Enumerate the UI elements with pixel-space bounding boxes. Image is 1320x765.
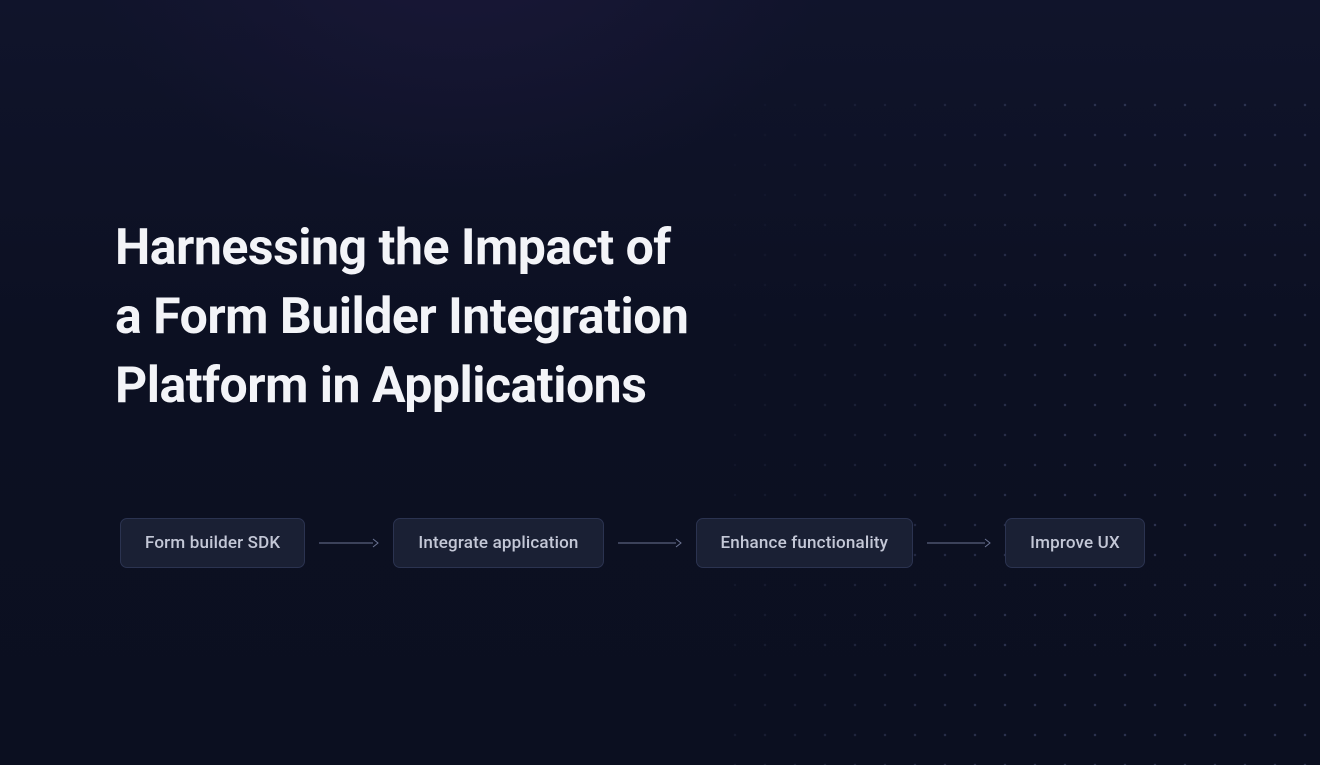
arrow-right-icon [927,538,991,548]
flow-step: Enhance functionality [696,518,914,568]
flow-step-label: Form builder SDK [145,533,280,553]
page-title: Harnessing the Impact of a Form Builder … [115,214,688,421]
flow-step-label: Enhance functionality [721,533,889,553]
flow-step: Form builder SDK [120,518,305,568]
process-flow: Form builder SDK Integrate application E… [120,518,1145,568]
flow-step-label: Improve UX [1030,533,1120,553]
flow-step: Integrate application [393,518,603,568]
arrow-right-icon [319,538,379,548]
flow-step: Improve UX [1005,518,1145,568]
arrow-right-icon [618,538,682,548]
dot-grid-decoration [720,90,1320,765]
flow-step-label: Integrate application [418,533,578,553]
